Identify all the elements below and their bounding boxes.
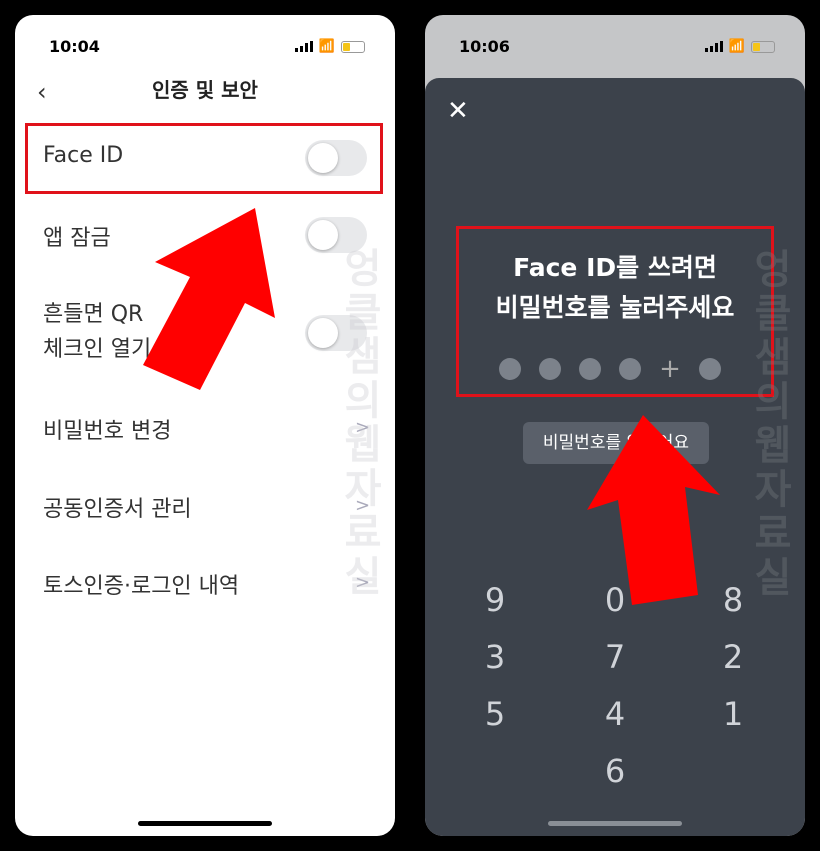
annotation-arrows bbox=[143, 208, 720, 605]
red-arrow-right bbox=[587, 415, 720, 605]
red-arrow-left bbox=[143, 208, 275, 390]
